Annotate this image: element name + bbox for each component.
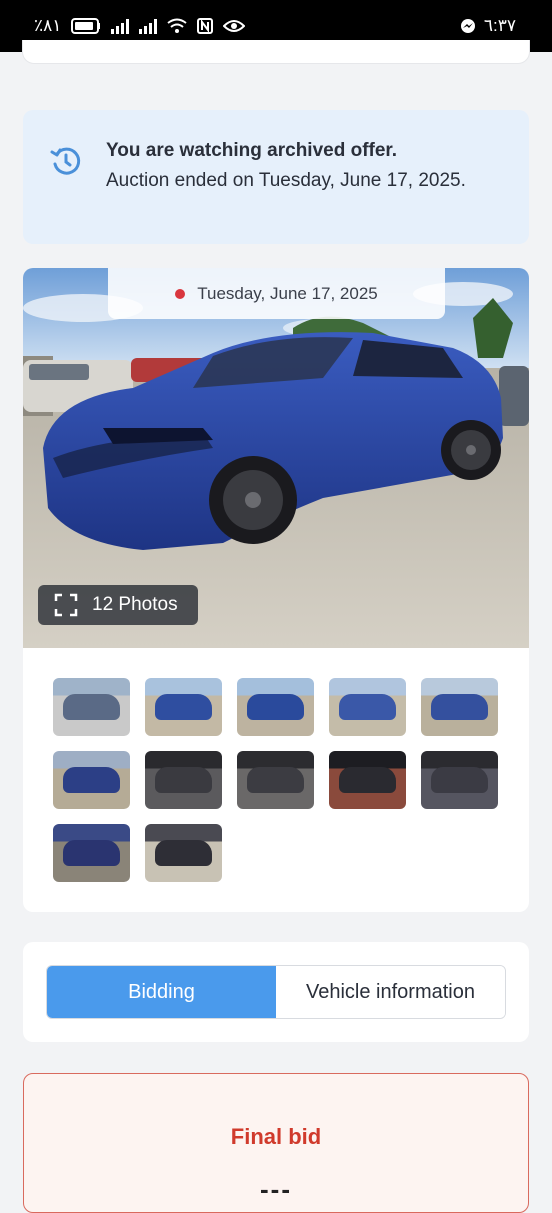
auction-date: Tuesday, June 17, 2025 xyxy=(197,283,378,303)
photo-thumbnail[interactable] xyxy=(421,751,498,809)
tabs-card: Bidding Vehicle information xyxy=(23,942,529,1042)
photo-thumbnail[interactable] xyxy=(329,678,406,736)
photo-thumbnail[interactable] xyxy=(329,751,406,809)
fullscreen-icon xyxy=(54,593,78,617)
photo-thumbnail[interactable] xyxy=(53,678,130,736)
view-photos-button[interactable]: 12 Photos xyxy=(38,585,198,625)
history-icon xyxy=(50,147,81,175)
archived-notice: You are watching archived offer. Auction… xyxy=(23,110,529,244)
status-dot-icon xyxy=(175,288,186,299)
battery-icon xyxy=(71,18,101,34)
battery-percent: ٪٨١ xyxy=(34,16,62,35)
photo-thumbnail[interactable] xyxy=(145,824,222,882)
archived-notice-message: Auction ended on Tuesday, June 17, 2025. xyxy=(106,170,466,191)
eye-icon xyxy=(223,20,246,32)
photo-thumbnail[interactable] xyxy=(421,678,498,736)
previous-card xyxy=(22,40,530,64)
tab-bar: Bidding Vehicle information xyxy=(46,965,506,1019)
clock: ٦:٣٧ xyxy=(483,16,516,35)
archived-notice-title: You are watching archived offer. xyxy=(106,140,398,161)
photo-thumbnail[interactable] xyxy=(145,751,222,809)
photo-gallery-card: Tuesday, June 17, 2025 12 Photos xyxy=(23,268,529,912)
tab-bidding[interactable]: Bidding xyxy=(47,966,276,1018)
final-bid-value: --- xyxy=(260,1174,292,1204)
archived-notice-text: You are watching archived offer. Auction… xyxy=(106,136,506,196)
photo-thumbnail[interactable] xyxy=(237,751,314,809)
final-bid-title: Final bid xyxy=(230,1124,322,1149)
signal-icon-2 xyxy=(139,18,158,34)
messenger-icon xyxy=(460,19,475,33)
photo-thumbnail[interactable] xyxy=(53,824,130,882)
photo-thumbnail[interactable] xyxy=(237,678,314,736)
photo-thumbnail[interactable] xyxy=(53,751,130,809)
tab-vehicle-information[interactable]: Vehicle information xyxy=(276,966,505,1018)
status-left: ٪٨١ xyxy=(34,16,246,36)
status-right: ٦:٣٧ xyxy=(460,16,516,36)
photo-thumbnail[interactable] xyxy=(145,678,222,736)
final-bid-card: Final bid --- xyxy=(23,1073,529,1213)
auction-date-chip: Tuesday, June 17, 2025 xyxy=(108,268,445,319)
photos-count-label: 12 Photos xyxy=(92,594,178,615)
nfc-icon xyxy=(197,18,214,34)
signal-icon xyxy=(111,18,130,34)
wifi-icon xyxy=(167,18,188,33)
